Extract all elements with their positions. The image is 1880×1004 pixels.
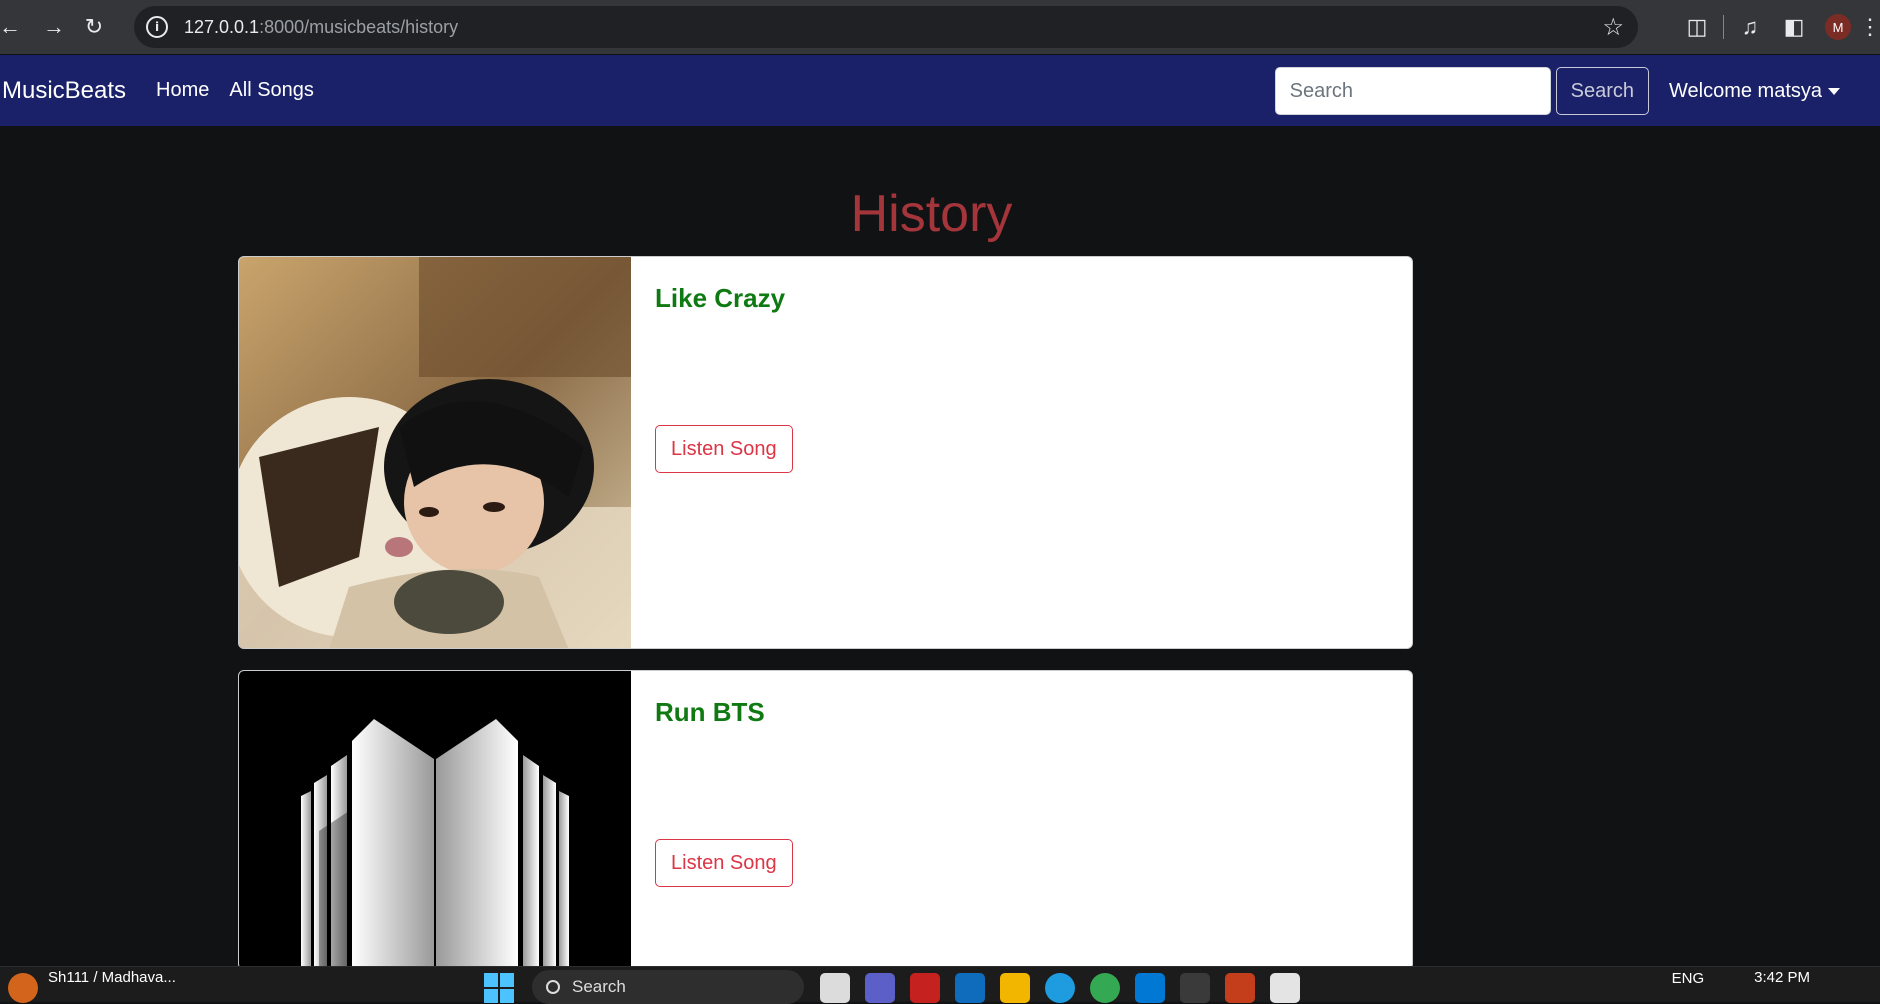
search-button[interactable]: Search (1555, 67, 1649, 115)
song-cover-image (239, 257, 631, 648)
site-navbar: MusicBeats Home All Songs Search Welcome… (0, 55, 1880, 126)
chrome-icon[interactable] (1090, 973, 1120, 1003)
menu-kebab-icon[interactable]: ⋮ (1859, 14, 1880, 40)
os-taskbar: Sh111 / Madhava... Search ENG 3:42 PM (0, 966, 1880, 1004)
search-input[interactable] (1274, 67, 1551, 115)
extensions-icon[interactable]: ◫ (1675, 14, 1719, 40)
welcome-label: Welcome matsya (1668, 79, 1822, 102)
terminal-icon[interactable] (1180, 973, 1210, 1003)
media-control-icon[interactable]: ♫ (1728, 14, 1772, 40)
windows-start-icon[interactable] (484, 973, 514, 1003)
nav-link-all-songs[interactable]: All Songs (229, 79, 314, 102)
edge-icon[interactable] (1045, 973, 1075, 1003)
file-explorer-icon[interactable] (1000, 973, 1030, 1003)
forward-icon[interactable]: → (34, 7, 74, 47)
user-dropdown[interactable]: Welcome matsya (1669, 80, 1840, 103)
site-info-icon[interactable]: i (146, 16, 168, 38)
side-panel-icon[interactable]: ◧ (1772, 14, 1816, 40)
meet-icon[interactable] (865, 973, 895, 1003)
song-card: Like Crazy Listen Song (238, 256, 1413, 649)
browser-toolbar: ← → ↻ i 127.0.0.1:8000/musicbeats/histor… (0, 0, 1880, 54)
taskbar-search-label: Search (572, 977, 626, 996)
notification-title: Sh111 / Madhava... (48, 969, 176, 986)
brand-link[interactable]: MusicBeats (2, 77, 126, 105)
taskbar-apps (820, 973, 1315, 1003)
caret-down-icon (1828, 87, 1840, 95)
notepad-icon[interactable] (1270, 973, 1300, 1003)
taskbar-search[interactable]: Search (532, 970, 804, 1004)
vscode-icon[interactable] (1135, 973, 1165, 1003)
profile-avatar[interactable]: M (1825, 14, 1851, 40)
language-indicator[interactable]: ENG (1672, 970, 1705, 987)
song-title: Like Crazy (655, 283, 786, 313)
song-card: Run BTS Listen Song (238, 670, 1413, 970)
url-text[interactable]: 127.0.0.1:8000/musicbeats/history (184, 17, 458, 38)
back-icon[interactable]: ← (0, 7, 21, 47)
taskbar-notification[interactable]: Sh111 / Madhava... (8, 969, 176, 1003)
powerpoint-icon[interactable] (1225, 973, 1255, 1003)
clock[interactable]: 3:42 PM (1754, 969, 1810, 987)
song-cover-image (239, 671, 631, 969)
song-title: Run BTS (655, 697, 765, 727)
app-badge-icon (8, 973, 38, 1003)
bookmark-star-icon[interactable]: ☆ (1602, 13, 1624, 42)
search-icon (546, 980, 560, 994)
nav-link-home[interactable]: Home (156, 79, 209, 102)
listen-song-button[interactable]: Listen Song (655, 425, 793, 473)
page-title: History (850, 185, 1013, 243)
gmail-icon[interactable] (910, 973, 940, 1003)
reload-icon[interactable]: ↻ (74, 7, 114, 47)
address-bar[interactable]: i 127.0.0.1:8000/musicbeats/history ☆ (134, 6, 1638, 48)
listen-song-button[interactable]: Listen Song (655, 839, 793, 887)
task-view-icon[interactable] (820, 973, 850, 1003)
store-icon[interactable] (955, 973, 985, 1003)
